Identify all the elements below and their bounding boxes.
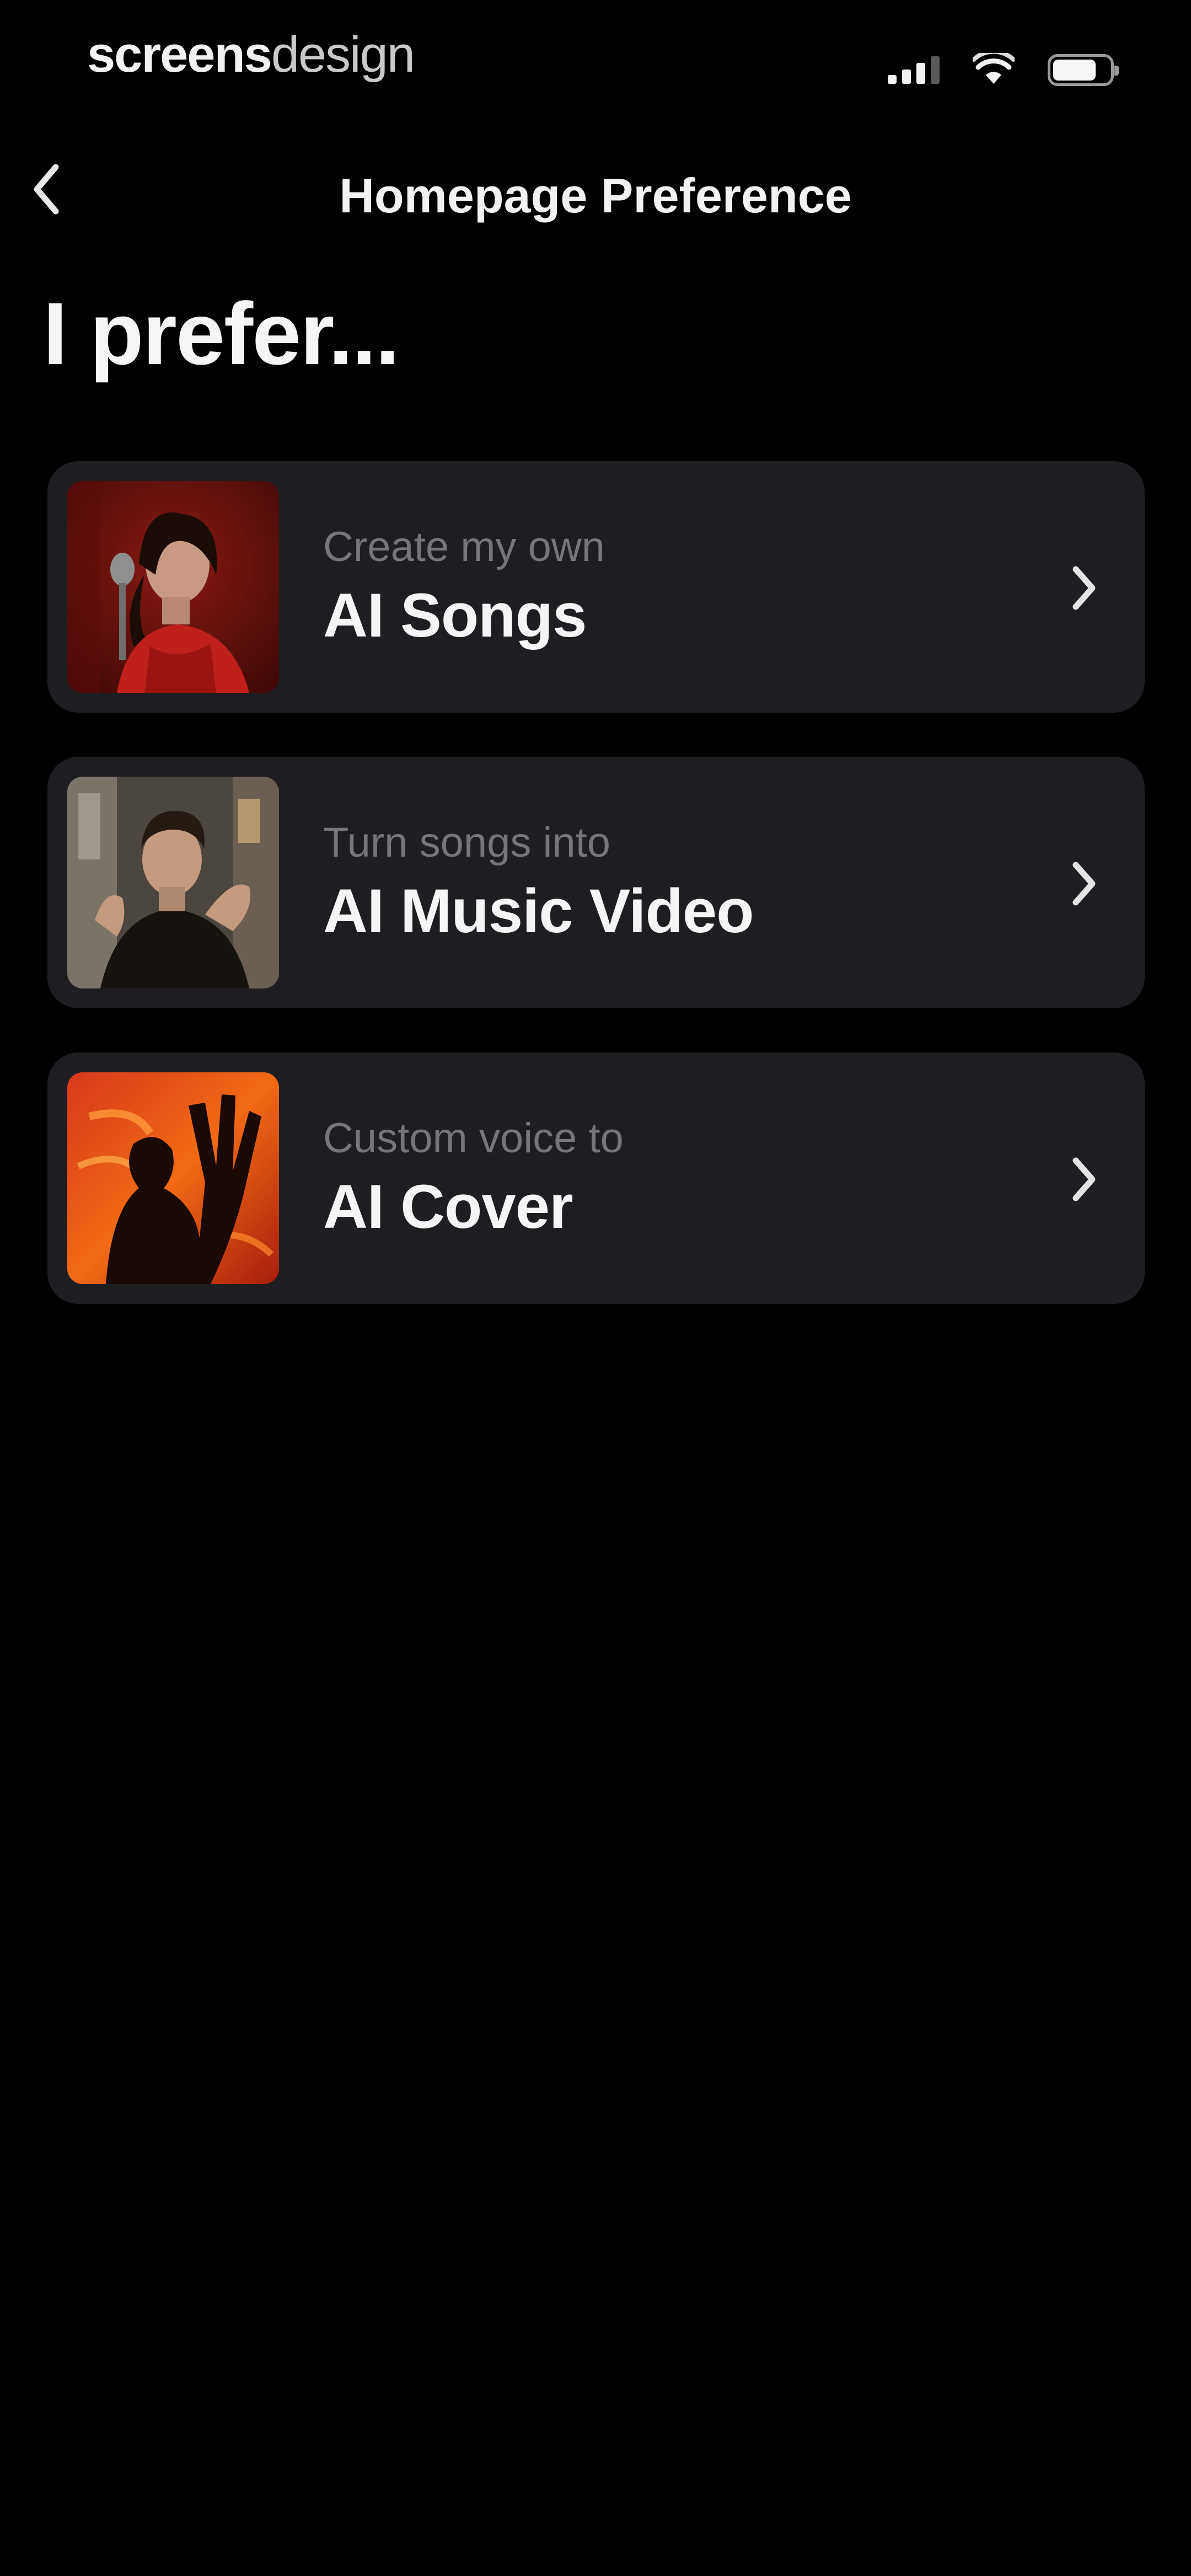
- chevron-right-icon: [1056, 555, 1112, 621]
- option-text: Custom voice to AI Cover: [323, 1113, 624, 1246]
- options-list: Create my own AI Songs Turn songs into A…: [47, 461, 1145, 1348]
- status-icons: [888, 49, 1119, 89]
- battery-icon: [1048, 54, 1119, 86]
- brand-logo-bold: screens: [87, 26, 272, 83]
- page-heading: I prefer...: [43, 284, 400, 383]
- brand-logo-light: design: [271, 26, 415, 83]
- option-thumbnail-silhouette: [67, 1072, 279, 1284]
- option-card-ai-songs[interactable]: Create my own AI Songs: [47, 461, 1145, 713]
- nav-bar: Homepage Preference: [0, 143, 1191, 243]
- option-text: Turn songs into AI Music Video: [323, 817, 754, 950]
- option-title: AI Songs: [323, 581, 587, 650]
- battery-level: [1053, 60, 1096, 81]
- chevron-right-icon: [1056, 1146, 1112, 1212]
- brand-logo: screensdesign: [87, 24, 415, 85]
- option-subtitle: Turn songs into: [323, 819, 611, 866]
- option-thumbnail-music-video: [67, 777, 279, 988]
- wifi-icon: [972, 49, 1016, 88]
- page-title: Homepage Preference: [339, 168, 852, 223]
- option-card-ai-cover[interactable]: Custom voice to AI Cover: [47, 1052, 1145, 1304]
- option-text: Create my own AI Songs: [323, 522, 605, 654]
- option-subtitle: Create my own: [323, 523, 605, 570]
- chevron-right-icon: [1056, 851, 1112, 917]
- status-bar: screensdesign: [0, 0, 1191, 110]
- option-title: AI Cover: [323, 1172, 573, 1241]
- signal-icon: [888, 56, 940, 84]
- option-card-ai-music-video[interactable]: Turn songs into AI Music Video: [47, 757, 1145, 1008]
- option-subtitle: Custom voice to: [323, 1115, 624, 1162]
- option-thumbnail-singer: [67, 481, 279, 693]
- option-title: AI Music Video: [323, 877, 754, 945]
